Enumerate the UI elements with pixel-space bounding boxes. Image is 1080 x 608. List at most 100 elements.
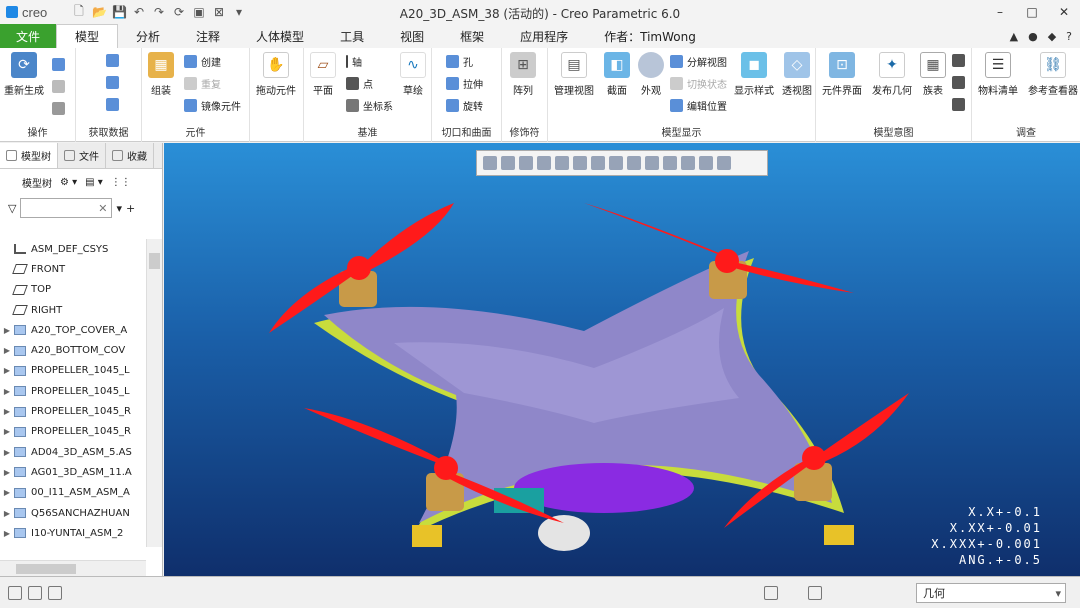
help-icon[interactable]: ? bbox=[1066, 30, 1072, 43]
tree-item[interactable]: ▶ A20_TOP_COVER_A bbox=[0, 320, 146, 340]
tree-item[interactable]: ▶ PROPELLER_1045_L bbox=[0, 361, 146, 381]
csys-button[interactable]: 坐标系 bbox=[346, 98, 393, 113]
point-button[interactable]: 点 bbox=[346, 76, 373, 91]
component-interface-button[interactable]: ⊡ 元件界面 bbox=[822, 52, 862, 97]
publish-geometry-button[interactable]: ✦ 发布几何 bbox=[872, 52, 912, 97]
tree-vscroll[interactable] bbox=[146, 239, 162, 547]
funnel-icon[interactable]: ▽ bbox=[8, 202, 16, 215]
tree-item[interactable]: ▶ 00_I11_ASM_ASM_A bbox=[0, 483, 146, 503]
tab-manikin[interactable]: 人体模型 bbox=[238, 24, 322, 48]
plane-button[interactable]: ▱ 平面 bbox=[310, 52, 336, 97]
tab-analysis[interactable]: 分析 bbox=[118, 24, 178, 48]
graphics-area[interactable]: X.X+-0.1 X.XX+-0.01 X.XXX+-0.001 ANG.+-0… bbox=[164, 143, 1080, 576]
repeat-button[interactable]: 重复 bbox=[184, 76, 221, 91]
find-icon[interactable] bbox=[764, 586, 778, 600]
tab-file[interactable]: 文件 bbox=[0, 24, 56, 48]
tab-favorites[interactable]: 收藏 bbox=[106, 143, 154, 168]
relations-icon[interactable] bbox=[952, 76, 969, 89]
tree-item[interactable]: ▶ AG01_3D_ASM_11.A bbox=[0, 462, 146, 482]
tree-item[interactable]: ▶ PROPELLER_1045_L bbox=[0, 381, 146, 401]
tree-columns-icon[interactable]: ▤ ▾ bbox=[85, 177, 103, 188]
expand-arrow-icon[interactable]: ▶ bbox=[0, 346, 14, 355]
tree-item[interactable]: TOP bbox=[0, 280, 146, 300]
sketch-button[interactable]: ∿ 草绘 bbox=[400, 52, 426, 97]
windows-icon[interactable]: ▣ bbox=[192, 5, 206, 19]
copy-icon[interactable] bbox=[52, 58, 69, 71]
explode-view-button[interactable]: 分解视图 bbox=[670, 54, 727, 69]
close-window-icon[interactable]: ⊠ bbox=[212, 5, 226, 19]
tree-label[interactable]: 模型树 bbox=[22, 175, 52, 190]
tab-model-tree[interactable]: 模型树 bbox=[0, 143, 58, 168]
selection-buffer-icon[interactable] bbox=[808, 586, 822, 600]
tab-view[interactable]: 视图 bbox=[382, 24, 442, 48]
drag-components-button[interactable]: ✋ 拖动元件 bbox=[256, 52, 296, 97]
axis-button[interactable]: 轴 bbox=[346, 54, 362, 69]
reference-viewer-button[interactable]: ⛓ 参考查看器 bbox=[1028, 52, 1078, 97]
copy-geometry-icon[interactable] bbox=[106, 76, 123, 89]
regenerate-icon[interactable]: ⟳ bbox=[172, 5, 186, 19]
perspective-button[interactable]: ◇ 透视图 bbox=[782, 52, 812, 97]
merge-icon[interactable] bbox=[106, 54, 123, 67]
expand-arrow-icon[interactable]: ▶ bbox=[0, 366, 14, 375]
mirror-component-button[interactable]: 镜像元件 bbox=[184, 98, 241, 113]
expand-arrow-icon[interactable]: ▶ bbox=[0, 509, 14, 518]
redo-icon[interactable]: ↷ bbox=[152, 5, 166, 19]
parameters-icon[interactable] bbox=[952, 54, 969, 67]
expand-arrow-icon[interactable]: ▶ bbox=[0, 468, 14, 477]
toggle-status-button[interactable]: 切换状态 bbox=[670, 76, 727, 91]
delete-icon[interactable] bbox=[52, 102, 69, 115]
tree-item[interactable]: ▶ PROPELLER_1045_R bbox=[0, 401, 146, 421]
settings-icon[interactable]: ◆ bbox=[1048, 30, 1056, 43]
maximize-button[interactable]: □ bbox=[1016, 0, 1048, 24]
d-equals-icon[interactable] bbox=[952, 98, 969, 111]
fullscreen-icon[interactable] bbox=[48, 586, 62, 600]
add-icon[interactable]: + bbox=[126, 202, 135, 215]
expand-arrow-icon[interactable]: ▶ bbox=[0, 488, 14, 497]
paste-icon[interactable] bbox=[52, 80, 69, 93]
expand-arrow-icon[interactable]: ▶ bbox=[0, 448, 14, 457]
undo-icon[interactable]: ↶ bbox=[132, 5, 146, 19]
tab-files[interactable]: 文件 bbox=[58, 143, 106, 168]
new-file-icon[interactable]: 🗋 bbox=[72, 2, 86, 23]
close-button[interactable]: ✕ bbox=[1048, 0, 1080, 24]
selection-filter[interactable]: 几何 ▾ bbox=[916, 583, 1066, 603]
assemble-button[interactable]: ▦ 组装 bbox=[148, 52, 174, 97]
revolve-button[interactable]: 旋转 bbox=[446, 98, 483, 113]
section-button[interactable]: ◧ 截面 bbox=[604, 52, 630, 97]
customize-icon[interactable]: ▾ bbox=[232, 5, 246, 19]
expand-arrow-icon[interactable]: ▶ bbox=[0, 407, 14, 416]
appearance-button[interactable]: 外观 bbox=[638, 52, 664, 97]
pattern-button[interactable]: ⊞ 阵列 bbox=[510, 52, 536, 97]
create-button[interactable]: 创建 bbox=[184, 54, 221, 69]
tree-filter-icon[interactable]: ⋮⋮ bbox=[111, 177, 131, 188]
tree-item[interactable]: ▶ I10-YUNTAI_ASM_2 bbox=[0, 523, 146, 543]
tree-item[interactable]: FRONT bbox=[0, 259, 146, 279]
tree-hscroll[interactable] bbox=[0, 560, 146, 576]
tree-settings-icon[interactable]: ⚙ ▾ bbox=[60, 177, 77, 188]
tab-author[interactable]: 作者：TimWong bbox=[586, 24, 714, 48]
extrude-button[interactable]: 拉伸 bbox=[446, 76, 483, 91]
open-folder-icon[interactable]: 📂 bbox=[92, 5, 107, 19]
bom-button[interactable]: ☰ 物料清单 bbox=[978, 52, 1018, 97]
hole-button[interactable]: 孔 bbox=[446, 54, 473, 69]
expand-arrow-icon[interactable]: ▶ bbox=[0, 529, 14, 538]
expand-arrow-icon[interactable]: ▶ bbox=[0, 427, 14, 436]
tab-model[interactable]: 模型 bbox=[56, 24, 119, 48]
browser-toggle-icon[interactable] bbox=[28, 586, 42, 600]
minimize-button[interactable]: – bbox=[984, 0, 1016, 24]
collapse-ribbon-icon[interactable]: ▲ bbox=[1010, 30, 1018, 43]
tree-item[interactable]: ▶ PROPELLER_1045_R bbox=[0, 422, 146, 442]
display-style-button[interactable]: ◼ 显示样式 bbox=[734, 52, 774, 97]
regenerate-button[interactable]: ⟳ 重新生成 bbox=[4, 52, 44, 97]
edit-position-button[interactable]: 编辑位置 bbox=[670, 98, 727, 113]
search-help-icon[interactable]: ● bbox=[1028, 30, 1038, 43]
tab-applications[interactable]: 应用程序 bbox=[502, 24, 586, 48]
shrinkwrap-icon[interactable] bbox=[106, 98, 123, 111]
search-dropdown-icon[interactable]: ▾ bbox=[116, 202, 122, 215]
tab-tools[interactable]: 工具 bbox=[322, 24, 382, 48]
save-icon[interactable]: 💾 bbox=[112, 5, 127, 19]
tree-item[interactable]: RIGHT bbox=[0, 300, 146, 320]
manage-views-button[interactable]: ▤ 管理视图 bbox=[554, 52, 594, 97]
tree-item[interactable]: ASM_DEF_CSYS bbox=[0, 239, 146, 259]
expand-arrow-icon[interactable]: ▶ bbox=[0, 326, 14, 335]
